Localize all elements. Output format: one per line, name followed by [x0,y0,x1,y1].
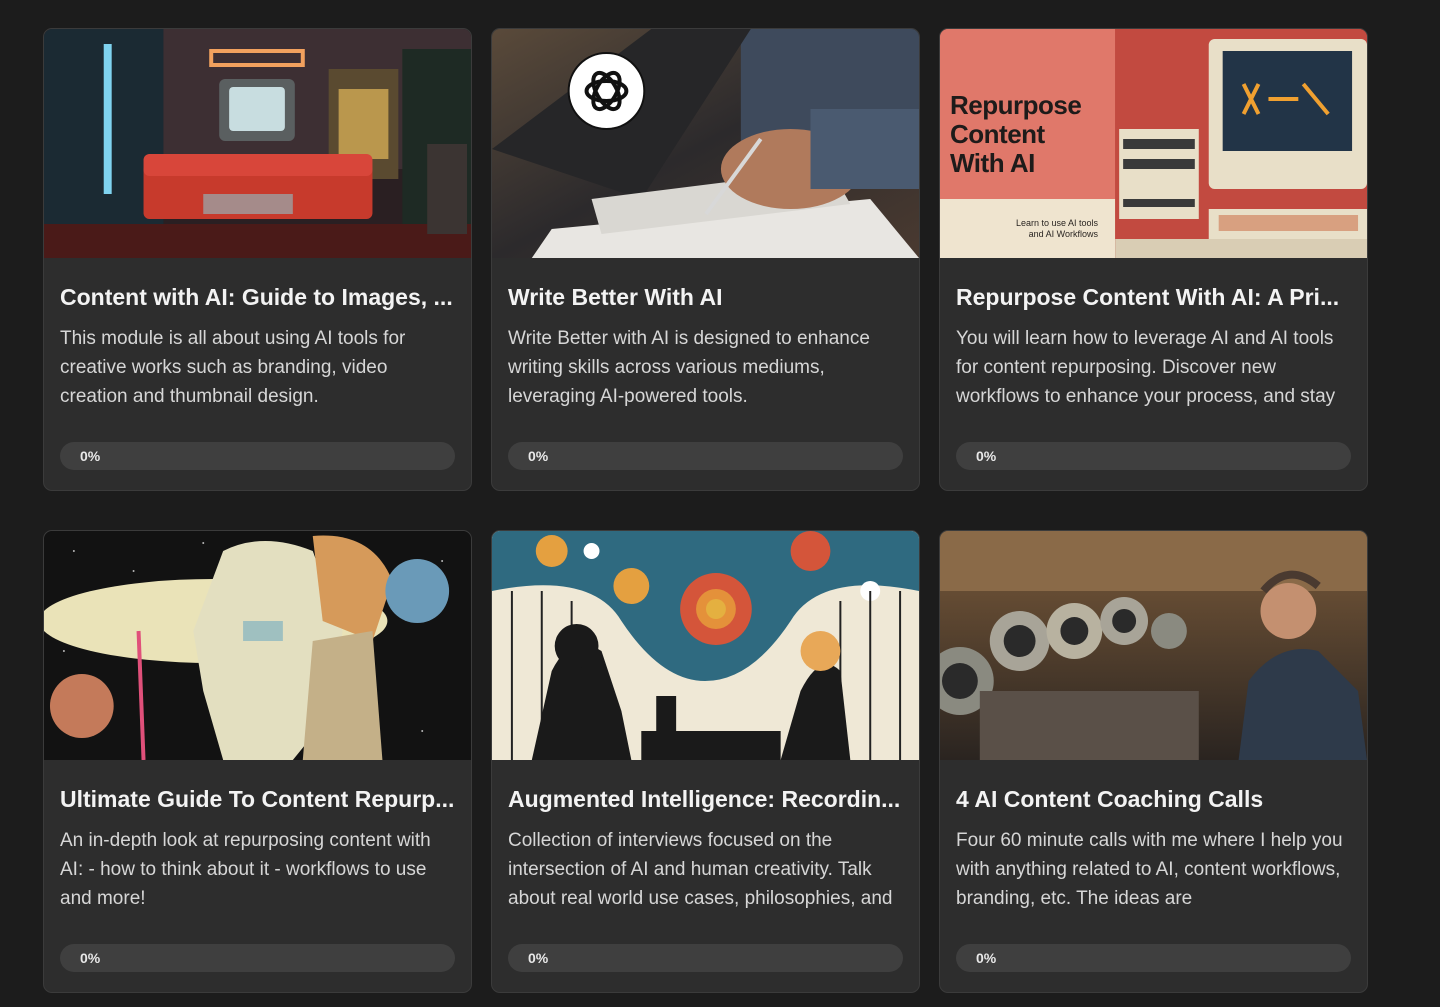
course-title[interactable]: Content with AI: Guide to Images, ... [60,282,455,312]
progress-label: 0% [80,950,101,966]
progress-bar: 0% [508,442,903,470]
retro-living-room-image [44,29,471,258]
surreal-head-space-image [44,531,471,760]
course-card[interactable]: Content with AI: Guide to Images, ... Th… [43,28,472,491]
progress-bar: 0% [956,944,1351,972]
course-thumbnail[interactable] [44,531,471,760]
progress-label: 0% [528,448,549,464]
course-description: Collection of interviews focused on the … [508,830,893,909]
course-thumbnail[interactable] [492,29,919,258]
writing-hand-openai-logo-image [492,29,919,258]
course-card[interactable]: Ultimate Guide To Content Repurp... An i… [43,530,472,993]
progress-label: 0% [528,950,549,966]
course-thumbnail[interactable] [492,531,919,760]
course-title[interactable]: 4 AI Content Coaching Calls [956,784,1351,814]
course-title[interactable]: Augmented Intelligence: Recordin... [508,784,903,814]
progress-label: 0% [976,448,997,464]
course-grid: Content with AI: Guide to Images, ... Th… [43,28,1368,993]
progress-bar: 0% [508,944,903,972]
course-card[interactable]: Augmented Intelligence: Recordin... Coll… [491,530,920,993]
progress-label: 0% [976,950,997,966]
course-thumbnail[interactable] [44,29,471,258]
course-card[interactable]: 4 AI Content Coaching Calls Four 60 minu… [939,530,1368,993]
course-title[interactable]: Write Better With AI [508,282,903,312]
course-thumbnail[interactable] [940,531,1367,760]
course-description: An in-depth look at repurposing content … [60,830,431,909]
thumbnail-subtitle: Learn to use AI tools and AI Workflows [1015,218,1098,239]
course-description: Write Better with AI is designed to enha… [508,328,870,407]
course-card[interactable]: Write Better With AI Write Better with A… [491,28,920,491]
course-description: You will learn how to leverage AI and AI… [956,328,1336,407]
thumbnail-title: Repurpose Content With AI [950,90,1082,178]
progress-bar: 0% [956,442,1351,470]
progress-label: 0% [80,448,101,464]
course-card[interactable]: Repurpose Content With AI Learn to use AI … [939,28,1368,491]
podcast-illustration-image [492,531,919,760]
robots-workshop-image [940,531,1367,760]
course-description: This module is all about using AI tools … [60,328,406,407]
course-description: Four 60 minute calls with me where I hel… [956,830,1343,909]
course-thumbnail[interactable]: Repurpose Content With AI Learn to use AI … [940,29,1367,258]
course-title[interactable]: Repurpose Content With AI: A Pri... [956,282,1351,312]
progress-bar: 0% [60,944,455,972]
course-title[interactable]: Ultimate Guide To Content Repurp... [60,784,455,814]
progress-bar: 0% [60,442,455,470]
